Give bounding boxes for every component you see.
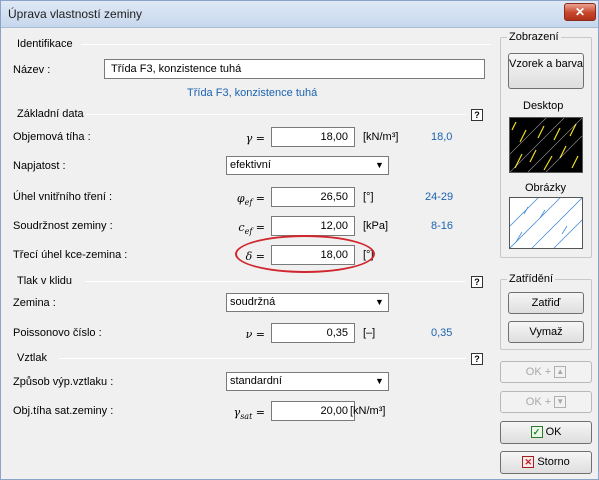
friction-angle-symbol: φef = [223, 192, 265, 207]
cancel-label: Storno [537, 456, 570, 468]
help-icon[interactable]: ? [471, 276, 483, 288]
ok-button[interactable]: ✓ OK [500, 421, 592, 444]
name-input[interactable]: Třída F3, konzistence tuhá [104, 59, 485, 79]
pictures-pattern-swatch[interactable] [509, 197, 583, 249]
divider [86, 114, 466, 115]
desktop-label: Desktop [523, 100, 564, 112]
clear-classification-button[interactable]: Vymaž [508, 321, 584, 343]
pictures-hatch-image [509, 197, 583, 249]
divider [81, 44, 491, 45]
classify-button[interactable]: Zatřiď [508, 292, 584, 314]
classification-group-header: Zatřídění [507, 273, 556, 285]
desktop-hatch-image [509, 117, 583, 173]
poisson-symbol: ν = [245, 328, 265, 341]
cohesion-symbol-eq: = [255, 221, 265, 234]
cohesion-unit: [kPa] [363, 220, 389, 232]
desktop-pattern-swatch[interactable] [509, 117, 583, 173]
cohesion-symbol: cef = [223, 221, 265, 236]
section-uplift-header: Vztlak [17, 352, 47, 364]
sat-weight-label: Obj.tíha sat.zeminy : [13, 405, 114, 417]
uplift-method-value: standardní [230, 375, 282, 387]
cancel-x-icon: ✕ [522, 456, 535, 469]
cohesion-symbol-sub: ef [244, 227, 253, 237]
structure-friction-label: Třecí úhel kce-zemina : [13, 249, 128, 261]
ok-label: OK [545, 426, 562, 438]
poisson-label: Poissonovo číslo : [13, 327, 102, 339]
unit-weight-unit: [kN/m³] [363, 131, 399, 143]
arrow-down-icon: ▼ [554, 396, 567, 409]
stress-label: Napjatost : [13, 160, 66, 172]
sat-weight-input[interactable]: 20,00 [271, 401, 355, 421]
name-label: Název : [13, 64, 51, 76]
poisson-input[interactable]: 0,35 [271, 323, 355, 343]
cohesion-hint: 8-16 [431, 220, 454, 232]
uplift-method-select[interactable]: standardní ▼ [226, 372, 389, 391]
uplift-method-label: Způsob výp.vztlaku : [13, 376, 114, 388]
sat-weight-unit: [kN/m³] [350, 405, 386, 417]
check-icon: ✓ [530, 426, 543, 439]
section-identification-header: Identifikace [17, 38, 73, 50]
highlight-ellipse [235, 235, 375, 273]
section-basic-header: Základní data [17, 108, 84, 120]
chevron-down-icon[interactable]: ▼ [372, 158, 387, 173]
cancel-button[interactable]: ✕ Storno [500, 451, 592, 474]
unit-weight-input[interactable]: 18,00 [271, 127, 355, 147]
chevron-down-icon[interactable]: ▼ [372, 374, 387, 389]
unit-weight-label: Objemová tíha : [13, 131, 91, 143]
sat-weight-symbol: γsat = [223, 406, 265, 421]
help-icon[interactable]: ? [471, 353, 483, 365]
title-bar: Úprava vlastností zeminy ✕ [1, 1, 598, 28]
dialog-window: Úprava vlastností zeminy ✕ Identifikace … [0, 0, 599, 480]
poisson-unit: [–] [363, 327, 376, 339]
friction-symbol-sub: ef [244, 198, 253, 208]
soil-type-select[interactable]: soudržná ▼ [226, 293, 389, 312]
pictures-label: Obrázky [525, 182, 566, 194]
stress-select[interactable]: efektivní ▼ [226, 156, 389, 175]
soil-type-label: Zemina : [13, 297, 56, 309]
friction-angle-unit: [°] [363, 191, 374, 203]
ok-plus-up-label: OK + [525, 366, 552, 378]
help-icon[interactable]: ? [471, 109, 483, 121]
friction-angle-input[interactable]: 26,50 [271, 187, 355, 207]
friction-symbol-main: φ [236, 192, 245, 205]
ok-plus-down-label: OK + [525, 396, 552, 408]
friction-angle-label: Úhel vnitřního tření : [13, 191, 113, 203]
unit-weight-symbol: γ = [245, 132, 265, 145]
chevron-down-icon[interactable]: ▼ [372, 295, 387, 310]
divider [85, 281, 466, 282]
stress-value: efektivní [230, 159, 271, 171]
soil-type-value: soudržná [230, 296, 276, 308]
sat-symbol-eq: = [255, 406, 265, 419]
sat-symbol-sub: sat [240, 412, 253, 422]
ok-plus-up-button[interactable]: OK + ▲ [500, 361, 592, 383]
window-title: Úprava vlastností zeminy [8, 7, 143, 21]
unit-weight-hint: 18,0 [431, 131, 453, 143]
friction-symbol-eq: = [255, 192, 265, 205]
section-rest-header: Tlak v klidu [17, 275, 73, 287]
friction-angle-hint: 24-29 [425, 191, 454, 203]
ok-plus-down-button[interactable]: OK + ▼ [500, 391, 592, 413]
poisson-hint: 0,35 [431, 327, 453, 339]
display-group-header: Zobrazení [507, 31, 561, 43]
name-display: Třída F3, konzistence tuhá [187, 87, 318, 99]
pattern-color-button[interactable]: Vzorek a barva [508, 53, 584, 89]
cohesion-label: Soudržnost zeminy : [13, 220, 113, 232]
arrow-up-icon: ▲ [554, 366, 567, 379]
cohesion-input[interactable]: 12,00 [271, 216, 355, 236]
divider [59, 358, 466, 359]
close-button[interactable]: ✕ [564, 3, 596, 21]
